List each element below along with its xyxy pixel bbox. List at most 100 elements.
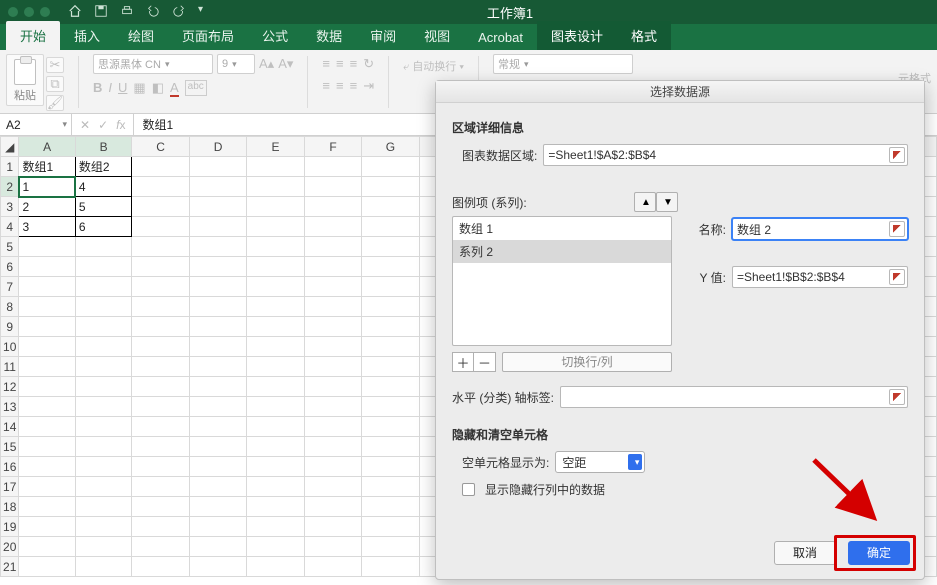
window-dot[interactable] [40, 7, 50, 17]
tab-formulas[interactable]: 公式 [248, 21, 302, 50]
underline-icon[interactable]: U [118, 80, 127, 96]
cell[interactable]: 5 [75, 197, 131, 217]
label-series-name: 名称: [686, 221, 726, 238]
row-header[interactable]: 4 [1, 217, 19, 237]
wrap-group: ⤶ 自动换行 ▾ [403, 54, 464, 74]
workbook-title: 工作簿1 [203, 3, 937, 22]
align-right-icon[interactable]: ≡ [350, 78, 358, 94]
cut-icon[interactable]: ✂ [46, 57, 64, 73]
font-name-value: 思源黑体 CN [98, 56, 161, 72]
paste-label: 粘贴 [14, 87, 36, 103]
select-all-corner[interactable]: ◢ [1, 137, 19, 157]
range-picker-icon[interactable] [889, 147, 905, 163]
font-name-combo[interactable]: 思源黑体 CN▾ [93, 54, 213, 74]
window-dot[interactable] [24, 7, 34, 17]
range-picker-icon[interactable] [889, 269, 905, 285]
col-header[interactable]: E [247, 137, 304, 157]
font-color-icon[interactable]: A [170, 80, 179, 96]
font-size-combo[interactable]: 9▾ [217, 54, 255, 74]
cell[interactable]: 3 [19, 217, 75, 237]
tab-format[interactable]: 格式 [617, 21, 671, 50]
tab-pagelayout[interactable]: 页面布局 [168, 21, 248, 50]
wrap-text-button[interactable]: ⤶ 自动换行 ▾ [403, 58, 464, 74]
row-header[interactable]: 1 [1, 157, 19, 177]
select-data-source-dialog: 选择数据源 区域详细信息 图表数据区域: =Sheet1!$A$2:$B$4 图… [435, 80, 925, 580]
add-series-button[interactable]: ＋ [452, 352, 474, 372]
cancel-formula-icon[interactable]: ✕ [80, 118, 90, 132]
series-name-input[interactable]: 数组 2 [732, 218, 908, 240]
copy-icon[interactable]: ⧉ [46, 76, 64, 92]
font-group: 思源黑体 CN▾ 9▾ A▴ A▾ B I U ▦ ◧ A abc [93, 54, 293, 96]
tab-chartdesign[interactable]: 图表设计 [537, 21, 617, 50]
remove-series-button[interactable]: － [474, 352, 496, 372]
fx-icon[interactable]: fx [116, 118, 125, 132]
border-icon[interactable]: ▦ [133, 80, 145, 96]
col-header[interactable]: D [189, 137, 246, 157]
tab-review[interactable]: 审阅 [356, 21, 410, 50]
row-header[interactable]: 2 [1, 177, 19, 197]
chart-range-input[interactable]: =Sheet1!$A$2:$B$4 [543, 144, 908, 166]
cell[interactable]: 数组2 [75, 157, 131, 177]
col-header[interactable]: F [304, 137, 361, 157]
increase-font-icon[interactable]: A▴ [259, 56, 274, 72]
window-dot[interactable] [8, 7, 18, 17]
tab-data[interactable]: 数据 [302, 21, 356, 50]
bold-icon[interactable]: B [93, 80, 102, 96]
move-down-button[interactable]: ▼ [656, 192, 678, 212]
print-icon[interactable] [120, 4, 134, 21]
row-header[interactable]: 3 [1, 197, 19, 217]
series-item[interactable]: 数组 1 [453, 217, 671, 240]
tab-insert[interactable]: 插入 [60, 21, 114, 50]
indent-icon[interactable]: ⇥ [363, 78, 374, 94]
undo-icon[interactable] [146, 4, 160, 21]
cancel-button[interactable]: 取消 [774, 541, 836, 565]
clipboard-group: 粘贴 ✂ ⧉ 🖌 [6, 54, 64, 111]
tab-view[interactable]: 视图 [410, 21, 464, 50]
col-header[interactable]: G [362, 137, 419, 157]
align-middle-icon[interactable]: ≡ [336, 56, 344, 72]
col-header[interactable]: B [75, 137, 131, 157]
name-box[interactable]: A2 [0, 114, 72, 135]
cell[interactable]: 6 [75, 217, 131, 237]
align-left-icon[interactable]: ≡ [322, 78, 330, 94]
axis-labels-input[interactable] [560, 386, 908, 408]
y-value-input[interactable]: =Sheet1!$B$2:$B$4 [732, 266, 908, 288]
accept-formula-icon[interactable]: ✓ [98, 118, 108, 132]
italic-icon[interactable]: I [108, 80, 112, 96]
window-controls[interactable] [0, 7, 50, 17]
col-header[interactable]: A [19, 137, 75, 157]
cell[interactable]: 数组1 [19, 157, 75, 177]
tab-acrobat[interactable]: Acrobat [464, 25, 537, 50]
section-range-title: 区域详细信息 [452, 119, 908, 136]
range-picker-icon[interactable] [889, 221, 905, 237]
save-icon[interactable] [94, 4, 108, 21]
tab-home[interactable]: 开始 [6, 21, 60, 50]
cell[interactable]: 4 [75, 177, 131, 197]
switch-row-col-button[interactable]: 切换行/列 [502, 352, 672, 372]
series-item[interactable]: 系列 2 [453, 240, 671, 263]
format-painter-icon[interactable]: 🖌 [46, 95, 64, 111]
range-picker-icon[interactable] [889, 389, 905, 405]
home-icon[interactable] [68, 4, 82, 21]
active-cell[interactable]: 1 [19, 177, 75, 197]
redo-icon[interactable] [172, 4, 186, 21]
tab-draw[interactable]: 绘图 [114, 21, 168, 50]
dialog-title: 选择数据源 [436, 81, 924, 103]
paste-button[interactable]: 粘贴 [6, 54, 44, 106]
show-hidden-checkbox[interactable] [462, 483, 475, 496]
fill-color-icon[interactable]: ◧ [152, 80, 164, 96]
align-center-icon[interactable]: ≡ [336, 78, 344, 94]
align-top-icon[interactable]: ≡ [322, 56, 330, 72]
align-bottom-icon[interactable]: ≡ [350, 56, 358, 72]
series-list[interactable]: 数组 1 系列 2 [452, 216, 672, 346]
cell[interactable]: 2 [19, 197, 75, 217]
decrease-font-icon[interactable]: A▾ [278, 56, 293, 72]
orientation-icon[interactable]: ↻ [363, 56, 374, 72]
label-show-hidden: 显示隐藏行列中的数据 [485, 481, 605, 498]
phonetic-icon[interactable]: abc [185, 80, 207, 96]
number-format-combo[interactable]: 常规▾ [493, 54, 633, 74]
col-header[interactable]: C [132, 137, 189, 157]
move-up-button[interactable]: ▲ [634, 192, 656, 212]
ok-button[interactable]: 确定 [848, 541, 910, 565]
empty-cells-select[interactable]: 空距 [555, 451, 645, 473]
